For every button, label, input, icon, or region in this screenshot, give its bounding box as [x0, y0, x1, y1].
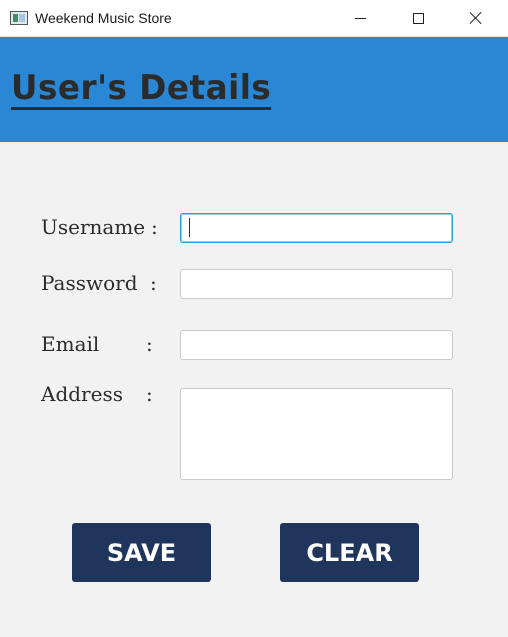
- save-button[interactable]: SAVE: [72, 523, 211, 582]
- page-title: User's Details: [11, 68, 272, 110]
- username-input[interactable]: [180, 213, 453, 243]
- password-colon: :: [150, 271, 157, 295]
- username-label: Username: [41, 215, 146, 239]
- app-window-icon: [10, 11, 28, 25]
- minimize-button[interactable]: [337, 0, 383, 36]
- address-textarea[interactable]: [180, 388, 453, 480]
- close-button[interactable]: [453, 0, 499, 36]
- password-input[interactable]: [180, 269, 453, 299]
- maximize-button[interactable]: [395, 0, 441, 36]
- clear-button[interactable]: CLEAR: [280, 523, 419, 582]
- username-colon: :: [151, 215, 158, 239]
- address-colon: :: [146, 382, 153, 406]
- email-colon: :: [146, 332, 153, 356]
- window-title: Weekend Music Store: [35, 10, 172, 26]
- minimize-icon: [354, 17, 366, 19]
- email-label: Email: [41, 332, 100, 356]
- header-band: User's Details: [0, 37, 508, 142]
- address-label: Address: [41, 382, 123, 406]
- window-titlebar: Weekend Music Store: [0, 0, 508, 37]
- password-label: Password: [41, 271, 138, 295]
- text-caret: [189, 218, 190, 237]
- maximize-icon: [412, 12, 424, 24]
- email-input[interactable]: [180, 330, 453, 360]
- close-icon: [469, 11, 483, 25]
